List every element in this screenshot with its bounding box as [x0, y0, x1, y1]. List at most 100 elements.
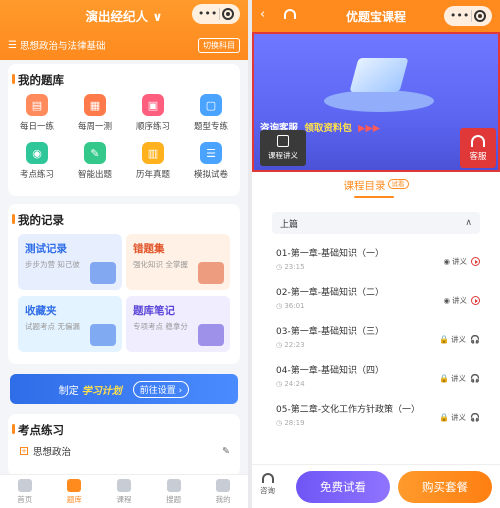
bank-item[interactable]: ▦ 每周一测 — [66, 94, 124, 132]
lesson-notes-label[interactable]: 讲义 — [451, 334, 466, 345]
close-miniapp-icon[interactable] — [474, 10, 487, 22]
record-title: 测试记录 — [25, 243, 67, 255]
course-screen: ‹ 优题宝课程 ••• 咨询客服 领取资料包 ▶▶▶ 课程讲义 客服 课程目录 … — [252, 0, 500, 508]
customer-service-button[interactable]: 客服 — [460, 128, 496, 168]
bank-item-icon: ▦ — [84, 94, 106, 116]
lesson-notes-label[interactable]: 讲义 — [452, 295, 467, 306]
bank-item-icon: ▤ — [26, 94, 48, 116]
chapter-header[interactable]: 上篇 ∧ — [272, 212, 480, 234]
more-icon[interactable]: ••• — [198, 4, 217, 24]
record-card[interactable]: 测试记录 步步为营 知己彼 — [18, 234, 122, 290]
tab-item[interactable]: 题库 — [50, 475, 100, 508]
tab-icon — [17, 478, 32, 492]
course-notes-label: 课程讲义 — [268, 151, 298, 160]
record-illustration — [90, 262, 116, 284]
course-notes-button[interactable]: 课程讲义 — [260, 130, 306, 166]
bank-item-label: 模拟试卷 — [193, 170, 228, 180]
tab-item[interactable]: 我的 — [198, 475, 248, 508]
header: ‹ 优题宝课程 ••• — [252, 0, 500, 32]
lesson-item[interactable]: 05-第二章-文化工作方针政策（一）28:19🔒讲义🎧 — [276, 402, 480, 436]
book-icon — [349, 58, 409, 92]
chevron-down-icon: ∨ — [152, 9, 163, 24]
bank-item[interactable]: ▤ 每日一练 — [8, 94, 66, 132]
close-miniapp-icon[interactable] — [222, 8, 235, 20]
lesson-actions: ◉ 讲义 — [443, 295, 480, 306]
play-icon[interactable] — [471, 257, 480, 266]
menu-icon: ☰ — [8, 39, 17, 51]
record-illustration — [90, 324, 116, 346]
bank-item-label: 题型专练 — [193, 122, 228, 132]
free-trial-button[interactable]: 免费试看 — [296, 471, 390, 503]
lesson-notes-label[interactable]: 讲义 — [451, 412, 466, 423]
miniapp-capsule[interactable]: ••• — [192, 4, 240, 24]
lesson-item[interactable]: 02-第一章-基础知识（二）36:01◉讲义 — [276, 285, 480, 319]
lesson-item[interactable]: 01-第一章-基础知识（一）23:15◉讲义 — [276, 246, 480, 280]
course-banner[interactable]: 咨询客服 领取资料包 ▶▶▶ 课程讲义 客服 — [252, 32, 500, 172]
record-illustration — [198, 262, 224, 284]
books-illustration — [324, 50, 434, 112]
lock-icon: 🔒 — [439, 335, 450, 344]
tab-course-catalog[interactable]: 课程目录 试看 — [252, 178, 500, 193]
active-tab-indicator — [354, 196, 394, 198]
promo-materials: 领取资料包 — [304, 123, 352, 134]
section-title: 我的记录 — [12, 213, 64, 227]
bank-item-label: 每周一测 — [77, 122, 112, 132]
buy-package-button[interactable]: 购买套餐 — [398, 471, 492, 503]
bank-item[interactable]: ▥ 历年真题 — [124, 142, 182, 180]
my-question-bank-card: 我的题库 ▤ 每日一练 ▦ 每周一测 ▣ 顺序练习 ▢ 题型专练 ◉ 考点练习 ✎ 智能出题 ▥ 历年真题… — [8, 64, 240, 196]
bank-item[interactable]: ▢ 题型专练 — [182, 94, 240, 132]
my-records-card: 我的记录 测试记录 步步为营 知己彼 错题集 强化知识 全掌握 收藏夹 试题考点 无偏漏题… — [8, 204, 240, 364]
lesson-notes-label[interactable]: 讲义 — [452, 256, 467, 267]
practice-item[interactable]: + 思想政治 ✎ — [20, 444, 230, 458]
lesson-notes-label[interactable]: 讲义 — [451, 373, 466, 384]
eye-icon: ◉ — [443, 257, 450, 266]
play-icon[interactable] — [471, 296, 480, 305]
plan-highlight: 学习计划 — [81, 385, 122, 397]
lesson-item[interactable]: 04-第一章-基础知识（四）24:24🔒讲义🎧 — [276, 363, 480, 397]
edit-icon[interactable]: ✎ — [222, 446, 230, 457]
capsule-divider — [471, 10, 473, 22]
bank-item[interactable]: ☰ 模拟试卷 — [182, 142, 240, 180]
more-icon[interactable]: ••• — [450, 6, 469, 26]
section-title: 我的题库 — [12, 73, 64, 87]
tab-label: 题库 — [66, 494, 82, 504]
consult-button[interactable]: 咨询 — [260, 473, 275, 496]
study-plan-banner[interactable]: 制定 学习计划 前往设置 › — [10, 374, 238, 404]
tab-label: 首页 — [17, 494, 33, 504]
lesson-actions: 🔒 讲义 🎧 — [439, 373, 480, 384]
bank-item[interactable]: ▣ 顺序练习 — [124, 94, 182, 132]
record-card[interactable]: 错题集 强化知识 全掌握 — [126, 234, 230, 290]
record-card[interactable]: 收藏夹 试题考点 无偏漏 — [18, 296, 122, 352]
record-illustration — [198, 324, 224, 346]
tab-label: 课程 — [116, 494, 132, 504]
tab-icon — [216, 478, 231, 492]
headphones-icon[interactable]: 🎧 — [470, 374, 480, 383]
record-title: 收藏夹 — [25, 305, 57, 317]
profession-title: 演出经纪人 — [85, 9, 148, 24]
practice-card: 考点练习 + 思想政治 ✎ — [8, 414, 240, 476]
tab-item[interactable]: 课程 — [99, 475, 149, 508]
lesson-actions: 🔒 讲义 🎧 — [439, 412, 480, 423]
header: 演出经纪人 ∨ ••• ☰ 思想政治与法律基础 切换科目 — [0, 0, 248, 60]
headphones-icon[interactable]: 🎧 — [470, 413, 480, 422]
bank-item-icon: ☰ — [200, 142, 222, 164]
tab-label: 搜题 — [166, 494, 182, 504]
bank-item[interactable]: ◉ 考点练习 — [8, 142, 66, 180]
headset-icon — [471, 134, 485, 147]
chapter-title: 上篇 — [280, 219, 299, 230]
bank-item-icon: ▢ — [200, 94, 222, 116]
bank-item-label: 顺序练习 — [135, 122, 170, 132]
tab-item[interactable]: 搜题 — [149, 475, 199, 508]
tab-icon — [166, 478, 181, 492]
headphones-icon[interactable]: 🎧 — [470, 335, 480, 344]
record-card[interactable]: 题库笔记 专项考点 稳拿分 — [126, 296, 230, 352]
lesson-item[interactable]: 03-第一章-基础知识（三）22:23🔒讲义🎧 — [276, 324, 480, 358]
lock-icon: 🔒 — [439, 374, 450, 383]
bank-item[interactable]: ✎ 智能出题 — [66, 142, 124, 180]
miniapp-capsule[interactable]: ••• — [444, 6, 492, 26]
bottom-tab-bar: 首页 题库 课程 搜题 我的 — [0, 474, 248, 508]
go-settings-button[interactable]: 前往设置 › — [132, 380, 190, 398]
tab-item[interactable]: 首页 — [0, 475, 50, 508]
bank-item-label: 历年真题 — [135, 170, 170, 180]
switch-subject-button[interactable]: 切换科目 — [198, 37, 240, 53]
